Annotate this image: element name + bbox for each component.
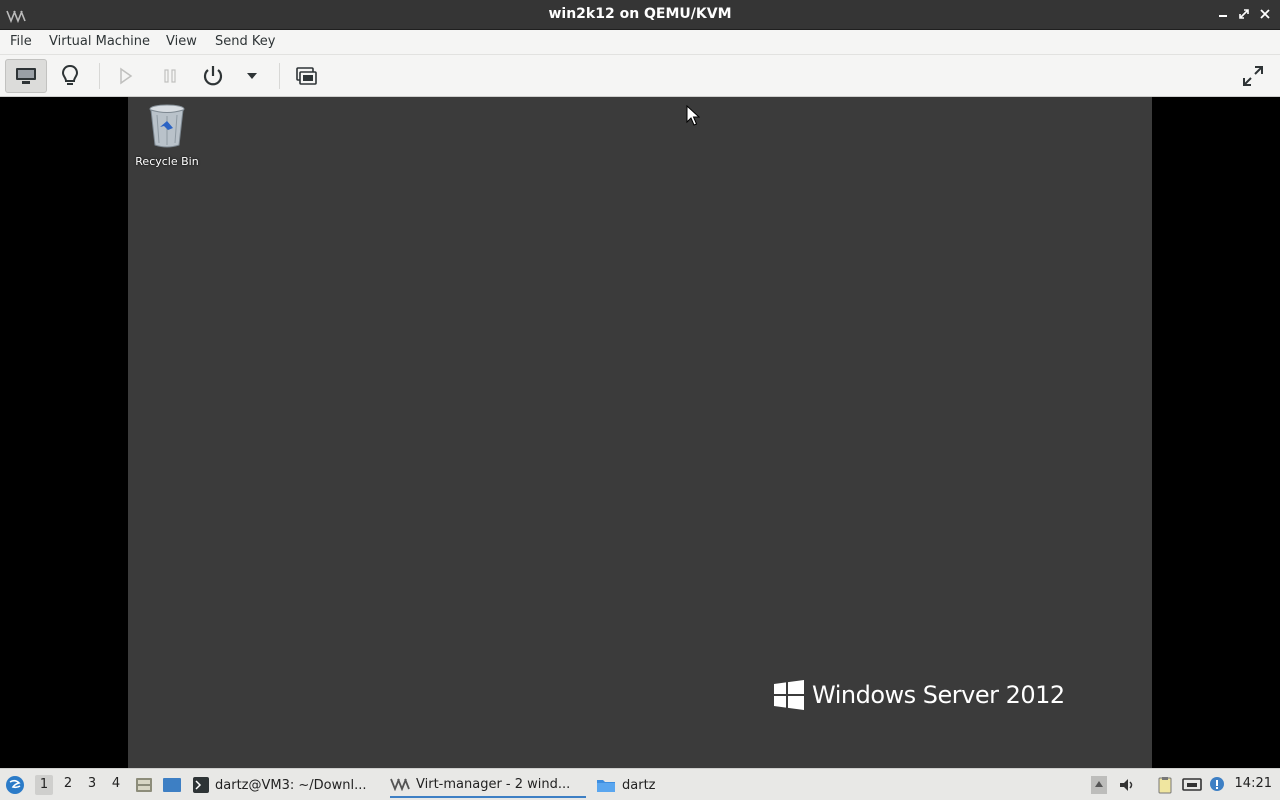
window-title: win2k12 on QEMU/KVM [548, 6, 732, 22]
console-view-button[interactable] [5, 59, 47, 93]
toolbar-separator [99, 63, 100, 89]
task-terminal[interactable]: dartz@VM3: ~/Downl... [193, 772, 383, 798]
start-menu-button[interactable] [5, 775, 25, 795]
fullscreen-button[interactable] [1232, 59, 1274, 93]
task-virt-manager-label: Virt-manager - 2 wind... [416, 776, 571, 792]
dropdown-arrow-icon [247, 73, 257, 79]
window-titlebar[interactable]: win2k12 on QEMU/KVM [0, 0, 1280, 30]
virt-manager-task-icon [390, 777, 410, 791]
pause-icon [164, 69, 176, 83]
network-tray-button[interactable] [1182, 775, 1202, 795]
speaker-icon [1120, 779, 1133, 791]
menu-virtual-machine[interactable]: Virtual Machine [49, 34, 150, 49]
fullscreen-icon [1243, 66, 1263, 86]
workspace-3[interactable]: 3 [83, 776, 101, 791]
desktop-icon [163, 778, 181, 792]
terminal-icon [193, 777, 209, 793]
recycle-bin-shortcut[interactable]: Recycle Bin [134, 103, 200, 168]
recycle-bin-label: Recycle Bin [135, 155, 199, 168]
minimize-icon [1219, 15, 1227, 17]
vm-console-display[interactable]: Recycle Bin Windows Server 2012 [0, 97, 1280, 768]
clock[interactable]: 14:21 [1235, 776, 1272, 791]
close-button[interactable] [1256, 6, 1274, 24]
mouse-cursor-icon [686, 105, 700, 126]
menubar: File Virtual Machine View Send Key [0, 30, 1280, 55]
shutdown-dropdown-button[interactable] [231, 59, 273, 93]
maximize-button[interactable] [1235, 6, 1253, 24]
workspace-2[interactable]: 2 [59, 776, 77, 791]
power-icon [203, 66, 223, 86]
workspace-4[interactable]: 4 [107, 776, 125, 791]
windows-logo-icon [774, 680, 804, 710]
volume-button[interactable] [1117, 775, 1137, 795]
workspace-1[interactable]: 1 [35, 775, 53, 795]
shutdown-button[interactable] [192, 59, 234, 93]
task-folder-label: dartz [622, 777, 656, 793]
menu-view[interactable]: View [166, 34, 197, 49]
menu-send-key[interactable]: Send Key [215, 34, 275, 49]
file-manager-launcher[interactable] [134, 775, 154, 795]
clipboard-tray-button[interactable] [1155, 775, 1175, 795]
arrow-up-icon [1091, 776, 1107, 794]
task-virt-manager[interactable]: Virt-manager - 2 wind... [390, 772, 586, 798]
guest-desktop[interactable]: Recycle Bin Windows Server 2012 [128, 97, 1152, 768]
toolbar [0, 55, 1280, 97]
task-folder-dartz[interactable]: dartz [596, 772, 676, 798]
run-button[interactable] [105, 59, 147, 93]
close-icon [1260, 9, 1270, 19]
snapshots-button[interactable] [285, 59, 327, 93]
toolbar-separator [279, 63, 280, 89]
minimize-button[interactable] [1214, 6, 1232, 24]
details-view-button[interactable] [49, 59, 91, 93]
show-desktop-button[interactable] [162, 775, 182, 795]
console-icon [16, 68, 36, 84]
task-terminal-label: dartz@VM3: ~/Downl... [215, 777, 367, 793]
file-cabinet-icon [136, 778, 152, 792]
lightbulb-icon [61, 64, 79, 85]
windows-server-branding: Windows Server 2012 [774, 680, 1065, 710]
clipboard-icon [1158, 777, 1172, 794]
update-notifier-icon [1210, 777, 1224, 791]
folder-icon [596, 777, 616, 793]
pause-button[interactable] [149, 59, 191, 93]
windows-server-text: Windows Server 2012 [812, 681, 1065, 709]
snapshot-icon [296, 67, 317, 85]
menu-file[interactable]: File [10, 34, 32, 49]
notification-tray-button[interactable] [1207, 775, 1227, 795]
network-icon [1182, 778, 1202, 791]
lxqt-start-icon [6, 776, 24, 794]
run-icon [120, 67, 133, 85]
recycle-bin-icon [149, 104, 185, 148]
tray-expand-button[interactable] [1089, 775, 1109, 795]
maximize-icon [1239, 9, 1249, 19]
taskbar: 1 2 3 4 dartz@VM3: ~/Downl... Virt-manag… [0, 768, 1280, 800]
